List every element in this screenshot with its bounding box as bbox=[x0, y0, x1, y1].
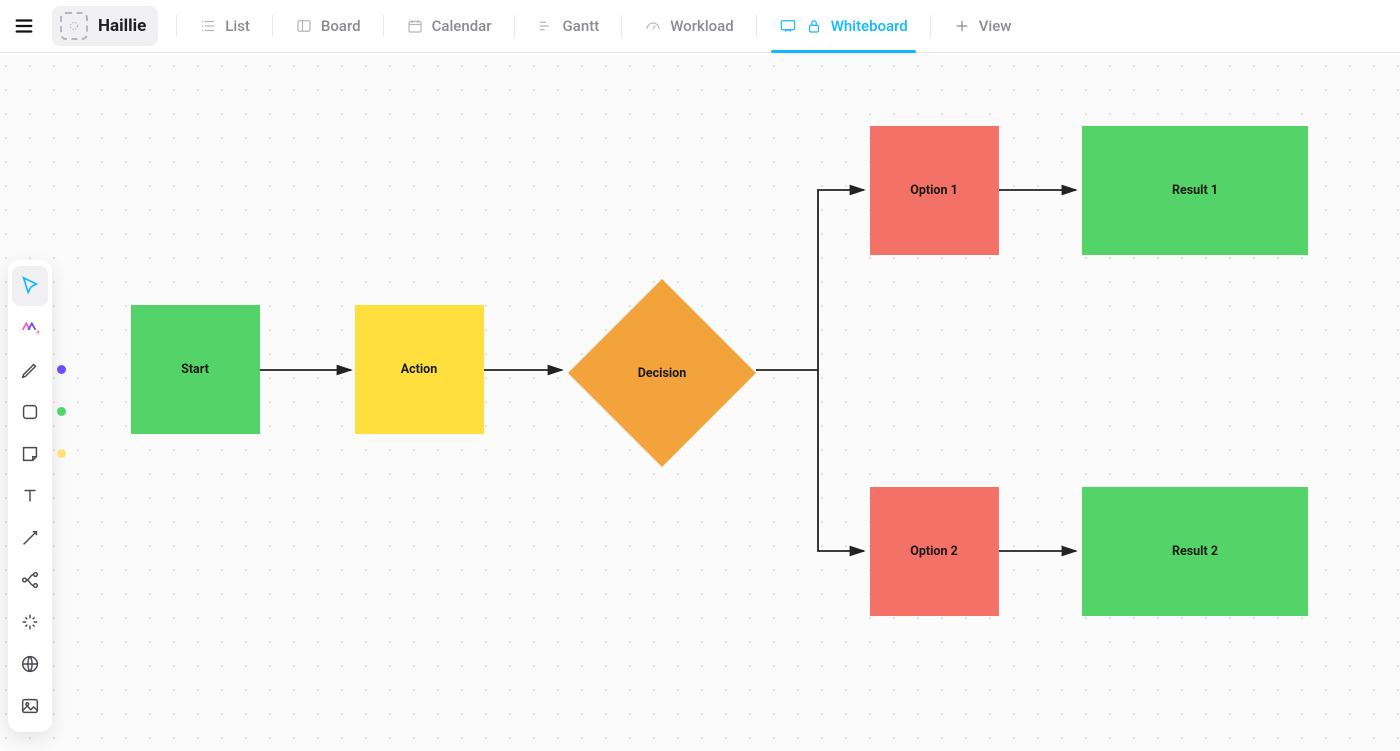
connector-tool[interactable] bbox=[12, 518, 48, 558]
divider bbox=[383, 15, 384, 37]
board-icon bbox=[295, 17, 313, 35]
node-option2-label: Option 2 bbox=[910, 544, 958, 559]
tab-calendar-label: Calendar bbox=[432, 17, 492, 35]
mindmap-icon bbox=[19, 569, 41, 591]
magic-tool[interactable] bbox=[12, 602, 48, 642]
sticky-note-tool[interactable] bbox=[12, 434, 48, 474]
list-icon bbox=[199, 17, 217, 35]
tab-whiteboard[interactable]: Whiteboard bbox=[771, 11, 916, 41]
menu-button[interactable] bbox=[10, 12, 38, 40]
node-action-label: Action bbox=[401, 362, 438, 377]
divider bbox=[514, 15, 515, 37]
node-option1[interactable]: Option 1 bbox=[870, 126, 999, 255]
globe-icon bbox=[19, 653, 41, 675]
svg-text:+: + bbox=[36, 328, 41, 338]
node-start-label: Start bbox=[181, 362, 209, 377]
connector-decision-option1[interactable] bbox=[818, 190, 864, 370]
note-color-dot bbox=[57, 449, 66, 458]
top-bar: Haillie List Board Calendar Gantt Worklo… bbox=[0, 0, 1400, 52]
node-result1-label: Result 1 bbox=[1172, 183, 1218, 198]
text-tool[interactable] bbox=[12, 476, 48, 516]
ai-tool[interactable]: + bbox=[12, 308, 48, 348]
tab-list[interactable]: List bbox=[191, 11, 258, 41]
whiteboard-toolbox: + bbox=[8, 260, 52, 732]
node-result2[interactable]: Result 2 bbox=[1082, 487, 1308, 616]
space-avatar-icon bbox=[60, 12, 88, 40]
tab-gantt-label: Gantt bbox=[563, 17, 600, 35]
node-result2-label: Result 2 bbox=[1172, 544, 1218, 559]
select-tool[interactable] bbox=[12, 266, 48, 306]
node-decision[interactable]: Decision bbox=[568, 279, 756, 467]
add-view-label: View bbox=[979, 17, 1012, 35]
ai-icon: + bbox=[19, 317, 41, 339]
node-start[interactable]: Start bbox=[131, 305, 260, 434]
node-option1-label: Option 1 bbox=[910, 183, 958, 198]
image-icon bbox=[19, 695, 41, 717]
workload-icon bbox=[644, 17, 662, 35]
node-decision-label: Decision bbox=[638, 366, 687, 381]
text-icon bbox=[19, 485, 41, 507]
tab-workload-label: Workload bbox=[670, 17, 734, 35]
lock-icon bbox=[805, 17, 823, 35]
cursor-icon bbox=[19, 275, 41, 297]
connector-decision-option2[interactable] bbox=[818, 370, 864, 551]
tab-workload[interactable]: Workload bbox=[636, 11, 742, 41]
space-name: Haillie bbox=[98, 16, 146, 36]
tab-calendar[interactable]: Calendar bbox=[398, 11, 500, 41]
node-result1[interactable]: Result 1 bbox=[1082, 126, 1308, 255]
whiteboard-icon bbox=[779, 17, 797, 35]
pen-icon bbox=[19, 359, 41, 381]
plus-icon bbox=[953, 17, 971, 35]
tab-board[interactable]: Board bbox=[287, 11, 369, 41]
gantt-icon bbox=[537, 17, 555, 35]
divider bbox=[621, 15, 622, 37]
embed-tool[interactable] bbox=[12, 644, 48, 684]
shape-tool[interactable] bbox=[12, 392, 48, 432]
divider bbox=[756, 15, 757, 37]
node-action[interactable]: Action bbox=[355, 305, 484, 434]
divider bbox=[176, 15, 177, 37]
tab-whiteboard-label: Whiteboard bbox=[831, 17, 908, 35]
image-tool[interactable] bbox=[12, 686, 48, 726]
space-chip[interactable]: Haillie bbox=[52, 6, 158, 46]
sticky-note-icon bbox=[19, 443, 41, 465]
whiteboard-canvas[interactable]: Start Action Decision Option 1 Option 2 … bbox=[0, 52, 1400, 751]
shape-icon bbox=[19, 401, 41, 423]
mindmap-tool[interactable] bbox=[12, 560, 48, 600]
sparkle-icon bbox=[19, 611, 41, 633]
add-view-button[interactable]: View bbox=[945, 11, 1020, 41]
divider bbox=[930, 15, 931, 37]
tab-gantt[interactable]: Gantt bbox=[529, 11, 608, 41]
calendar-icon bbox=[406, 17, 424, 35]
pen-tool[interactable] bbox=[12, 350, 48, 390]
tab-list-label: List bbox=[225, 17, 250, 35]
connector-icon bbox=[19, 527, 41, 549]
divider bbox=[272, 15, 273, 37]
tab-board-label: Board bbox=[321, 17, 361, 35]
shape-color-dot bbox=[57, 407, 66, 416]
node-option2[interactable]: Option 2 bbox=[870, 487, 999, 616]
pen-color-dot bbox=[57, 365, 66, 374]
